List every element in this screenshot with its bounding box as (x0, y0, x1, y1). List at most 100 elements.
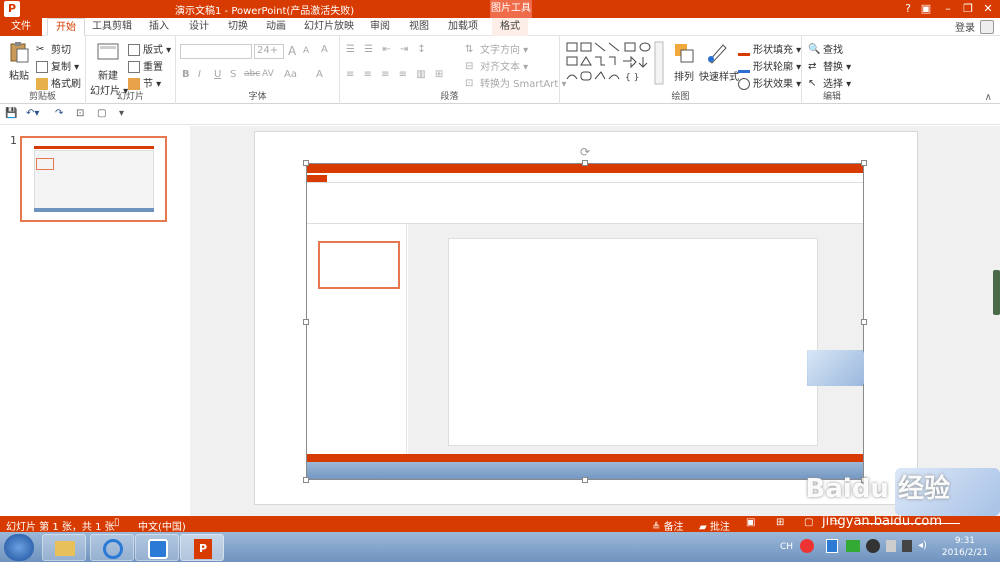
shapes-gallery-icon[interactable]: { } (565, 41, 665, 86)
tab-slideshow[interactable]: 幻灯片放映 (300, 18, 358, 36)
smartart-button[interactable]: ⊡ 转换为 SmartArt ▾ (465, 75, 567, 90)
font-size-input[interactable]: 24+ (254, 44, 284, 59)
tab-format[interactable]: 格式 (492, 18, 528, 36)
format-painter-button[interactable]: 格式刷 (36, 75, 81, 90)
start-button[interactable] (4, 534, 34, 561)
powerpoint-taskbar-icon[interactable]: P (180, 534, 224, 561)
text-direction-button[interactable]: ⇅ 文字方向 ▾ (465, 41, 528, 56)
resize-handle-ne[interactable] (861, 160, 867, 166)
find-button[interactable]: 🔍 查找 (808, 41, 843, 56)
font-name-input[interactable] (180, 44, 252, 59)
floating-decoration (808, 350, 864, 386)
save-icon[interactable]: 💾 (5, 108, 17, 119)
slide-sorter-icon[interactable]: ⊞ (776, 517, 784, 528)
tab-animations[interactable]: 动画 (260, 18, 292, 36)
mini-slide (448, 238, 818, 446)
maximize-button[interactable]: ❐ (957, 0, 979, 18)
arrange-button[interactable]: 排列 (670, 41, 698, 83)
slide-thumbnail[interactable] (20, 136, 167, 222)
qq-tray-icon[interactable] (866, 539, 880, 553)
sogou-tray-icon[interactable] (800, 539, 814, 553)
shape-effects-button[interactable]: 形状效果 ▾ (738, 75, 801, 90)
battery-tray-icon[interactable] (902, 540, 912, 552)
group-label-clipboard: 剪贴板 (28, 92, 56, 102)
network-tray-icon[interactable] (886, 540, 896, 552)
shape-fill-button[interactable]: 形状填充 ▾ (738, 41, 801, 56)
comments-button[interactable]: ▰ 批注 (699, 518, 730, 533)
tab-review[interactable]: 审阅 (364, 18, 396, 36)
rotate-handle-icon[interactable]: ⟳ (580, 145, 590, 159)
ime-indicator[interactable]: CH (780, 542, 793, 552)
resize-handle-n[interactable] (582, 160, 588, 166)
security-taskbar-icon[interactable] (135, 534, 179, 561)
tab-home[interactable]: 开始 (47, 18, 85, 36)
login-link[interactable]: 登录 (955, 19, 975, 34)
close-button[interactable]: ✕ (977, 0, 999, 18)
resize-handle-sw[interactable] (303, 477, 309, 483)
shape-outline-button[interactable]: 形状轮廓 ▾ (738, 58, 801, 73)
notes-button[interactable]: ≜ 备注 (652, 518, 684, 533)
ribbon-display-button[interactable]: ▣ (915, 0, 937, 18)
shadow-button[interactable]: S (230, 69, 236, 80)
quick-styles-icon (708, 44, 727, 64)
tab-transitions[interactable]: 切换 (222, 18, 254, 36)
redo-icon[interactable]: ↷ (55, 108, 63, 119)
paste-button[interactable]: 粘贴 (6, 40, 32, 82)
clear-format-button[interactable]: A (321, 44, 328, 55)
underline-button[interactable]: U (214, 69, 221, 80)
new-document-icon[interactable]: ▢ (97, 108, 106, 119)
inserted-screenshot-picture[interactable] (306, 163, 864, 480)
language-text[interactable]: 中文(中国) (138, 518, 186, 533)
explorer-taskbar-icon[interactable] (42, 534, 86, 561)
change-case-button[interactable]: Aa (284, 69, 297, 80)
shield-tray-icon[interactable] (826, 539, 838, 553)
tab-tool-clip[interactable]: 工具剪辑 (90, 18, 134, 36)
resize-handle-s[interactable] (582, 477, 588, 483)
replace-button[interactable]: ⇄ 替换 ▾ (808, 58, 851, 73)
volume-tray-icon[interactable]: ◂) (918, 540, 927, 551)
resize-handle-w[interactable] (303, 319, 309, 325)
shrink-font-button[interactable]: A (303, 46, 309, 56)
list-buttons[interactable]: ☰ ☰ ⇤ ⇥ ↕ (346, 44, 429, 55)
char-spacing-button[interactable]: AV (262, 69, 274, 79)
ie-taskbar-icon[interactable] (90, 534, 134, 561)
reset-button[interactable]: 重置 (128, 58, 163, 73)
align-buttons[interactable]: ≡ ≡ ≡ ≡ ▥ ⊞ (346, 69, 446, 80)
tab-view[interactable]: 视图 (403, 18, 435, 36)
collapse-ribbon-icon[interactable]: ∧ (985, 92, 992, 103)
resize-handle-nw[interactable] (303, 160, 309, 166)
account-avatar[interactable] (980, 20, 994, 34)
gpu-tray-icon[interactable] (846, 540, 860, 552)
shape-outline-icon (738, 61, 750, 73)
slideshow-start-icon[interactable]: ⊡ (76, 108, 84, 119)
reading-view-icon[interactable]: ▢ (804, 517, 813, 528)
italic-button[interactable]: I (198, 69, 201, 80)
align-text-label: 对齐文本 ▾ (480, 62, 529, 73)
tab-file[interactable]: 文件 (0, 18, 42, 36)
grow-font-button[interactable]: A (288, 44, 296, 58)
align-text-button[interactable]: ⊟ 对齐文本 ▾ (465, 58, 528, 73)
customize-qat-icon[interactable]: ▾ (119, 108, 124, 119)
cut-button[interactable]: ✂ 剪切 (36, 41, 71, 56)
tab-insert[interactable]: 插入 (143, 18, 175, 36)
undo-icon[interactable]: ↶▾ (26, 108, 39, 119)
minimize-button[interactable]: – (937, 0, 959, 18)
tab-design[interactable]: 设计 (183, 18, 215, 36)
taskbar-clock[interactable]: 9:31 2016/2/21 (942, 535, 988, 559)
layout-button[interactable]: 版式 ▾ (128, 41, 171, 56)
resize-handle-e[interactable] (861, 319, 867, 325)
group-font: 24+ A A A B I U S abc AV Aa A 字体 (176, 36, 340, 104)
select-button[interactable]: ↖ 选择 ▾ (808, 75, 851, 90)
side-widget[interactable] (993, 270, 1000, 315)
mini-file-tab (307, 175, 327, 182)
font-color-button[interactable]: A (316, 69, 323, 80)
ribbon-tab-bar: 文件 开始 工具剪辑 插入 设计 切换 动画 幻灯片放映 审阅 视图 加载项 格… (0, 18, 1000, 36)
bold-button[interactable]: B (182, 69, 190, 80)
copy-button[interactable]: 复制 ▾ (36, 58, 79, 73)
normal-view-icon[interactable]: ▣ (746, 517, 755, 528)
strikethrough-button[interactable]: abc (244, 69, 260, 79)
tab-addins[interactable]: 加载项 (443, 18, 483, 36)
quick-styles-button[interactable]: 快速样式 (699, 41, 739, 83)
section-button[interactable]: 节 ▾ (128, 75, 161, 90)
spelling-icon[interactable]: ▯ (114, 517, 120, 528)
